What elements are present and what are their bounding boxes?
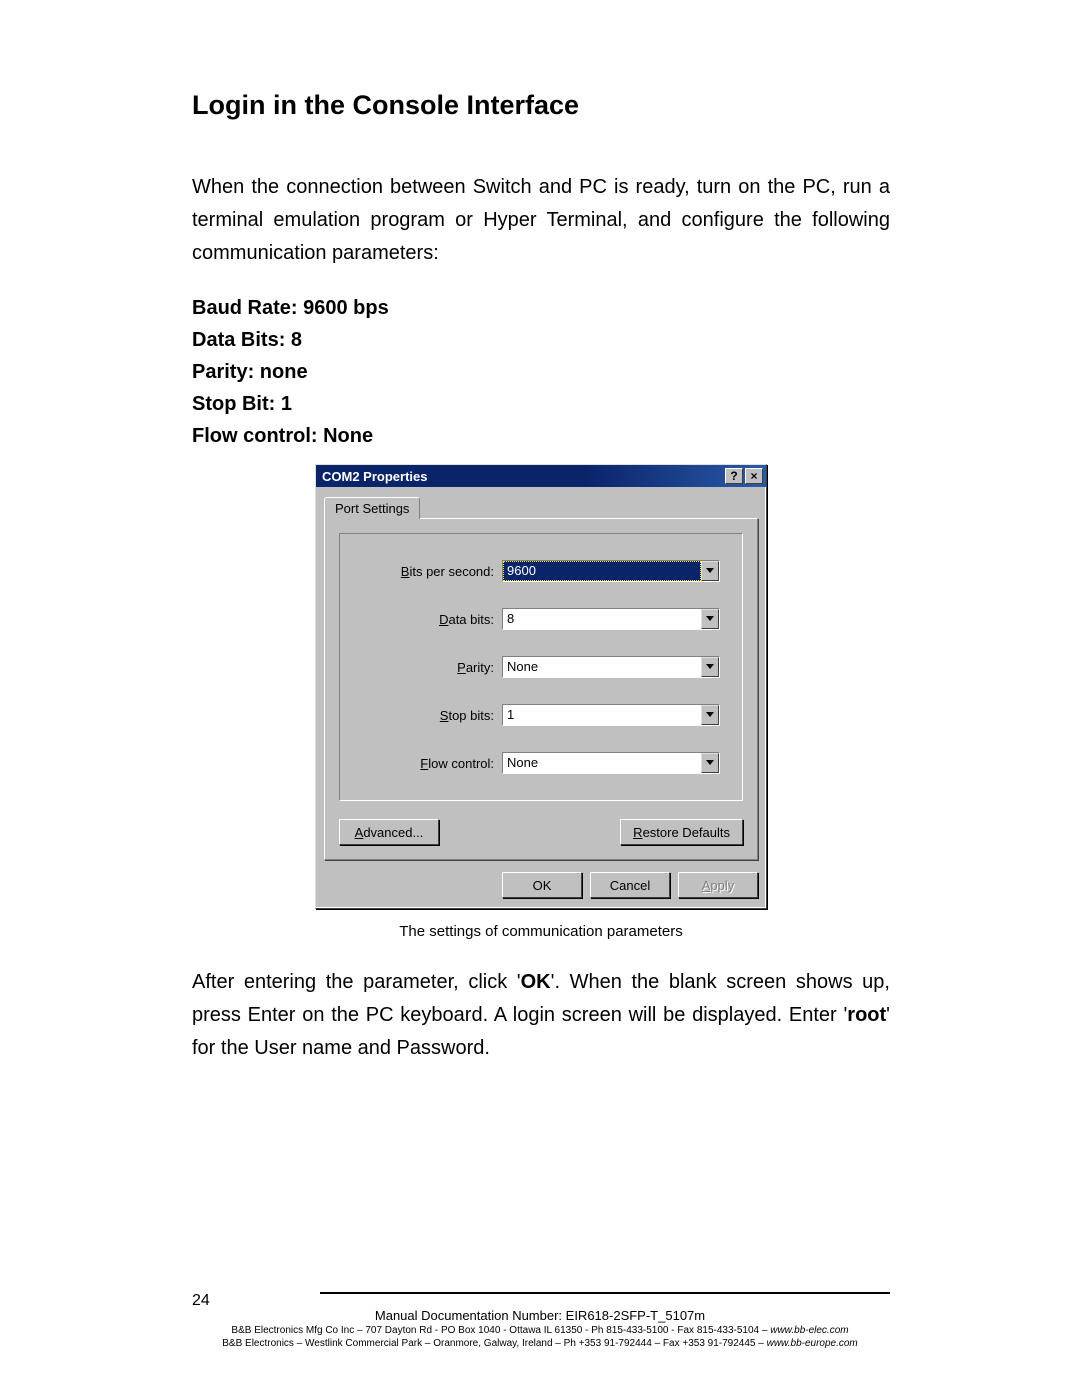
combo-bps-value: 9600 — [503, 561, 701, 581]
page-number: 24 — [192, 1292, 210, 1310]
label-bps: Bits per second: — [362, 564, 502, 579]
combo-stopbits[interactable]: 1 — [502, 704, 720, 726]
label-flow: Flow control: — [362, 756, 502, 771]
label-stopbits: Stop bits: — [362, 708, 502, 723]
advanced-button[interactable]: AAdvanced...dvanced... — [339, 819, 439, 845]
titlebar: COM2 Properties ? × — [316, 465, 766, 487]
intro-paragraph: When the connection between Switch and P… — [192, 171, 890, 270]
dialog-title: COM2 Properties — [322, 469, 723, 484]
row-parity: Parity: None — [362, 656, 720, 678]
page-footer: 24 Manual Documentation Number: EIR618-2… — [0, 1292, 1080, 1349]
page-heading: Login in the Console Interface — [192, 90, 890, 121]
restore-defaults-button[interactable]: Restore Defaults — [620, 819, 743, 845]
ok-button[interactable]: OK — [502, 872, 582, 898]
chevron-down-icon[interactable] — [701, 705, 719, 725]
row-stop-bits: Stop bits: 1 — [362, 704, 720, 726]
chevron-down-icon[interactable] — [701, 657, 719, 677]
label-parity: Parity: — [362, 660, 502, 675]
combo-bps[interactable]: 9600 — [502, 560, 720, 582]
row-flow-control: Flow control: None — [362, 752, 720, 774]
footer-address-eu: B&B Electronics – Westlink Commercial Pa… — [0, 1338, 1080, 1349]
combo-databits-value: 8 — [503, 609, 701, 629]
help-icon[interactable]: ? — [725, 468, 743, 484]
row-bits-per-second: Bits per second: 9600 — [362, 560, 720, 582]
footer-address-us: B&B Electronics Mfg Co Inc – 707 Dayton … — [0, 1325, 1080, 1336]
combo-databits[interactable]: 8 — [502, 608, 720, 630]
cancel-button[interactable]: Cancel — [590, 872, 670, 898]
param-list: Baud Rate: 9600 bps Data Bits: 8 Parity:… — [192, 292, 890, 452]
combo-stopbits-value: 1 — [503, 705, 701, 725]
combo-flow-value: None — [503, 753, 701, 773]
footer-doc-number: Manual Documentation Number: EIR618-2SFP… — [0, 1308, 1080, 1323]
outro-paragraph: After entering the parameter, click 'OK'… — [192, 966, 890, 1065]
param-flow: Flow control: None — [192, 420, 890, 452]
combo-parity[interactable]: None — [502, 656, 720, 678]
apply-button[interactable]: Apply — [678, 872, 758, 898]
chevron-down-icon[interactable] — [701, 753, 719, 773]
tab-port-settings[interactable]: Port Settings — [324, 497, 420, 519]
settings-group: Bits per second: 9600 Data bits: 8 — [339, 533, 743, 801]
combo-parity-value: None — [503, 657, 701, 677]
figure-caption: The settings of communication parameters — [192, 923, 890, 940]
label-databits: Data bits: — [362, 612, 502, 627]
param-stopbit: Stop Bit: 1 — [192, 388, 890, 420]
chevron-down-icon[interactable] — [701, 561, 719, 581]
param-baud: Baud Rate: 9600 bps — [192, 292, 890, 324]
row-data-bits: Data bits: 8 — [362, 608, 720, 630]
com-properties-dialog: COM2 Properties ? × Port Settings Bits p… — [315, 464, 767, 909]
chevron-down-icon[interactable] — [701, 609, 719, 629]
tab-panel: Bits per second: 9600 Data bits: 8 — [324, 518, 758, 860]
combo-flow[interactable]: None — [502, 752, 720, 774]
close-icon[interactable]: × — [745, 468, 763, 484]
param-databits: Data Bits: 8 — [192, 324, 890, 356]
param-parity: Parity: none — [192, 356, 890, 388]
